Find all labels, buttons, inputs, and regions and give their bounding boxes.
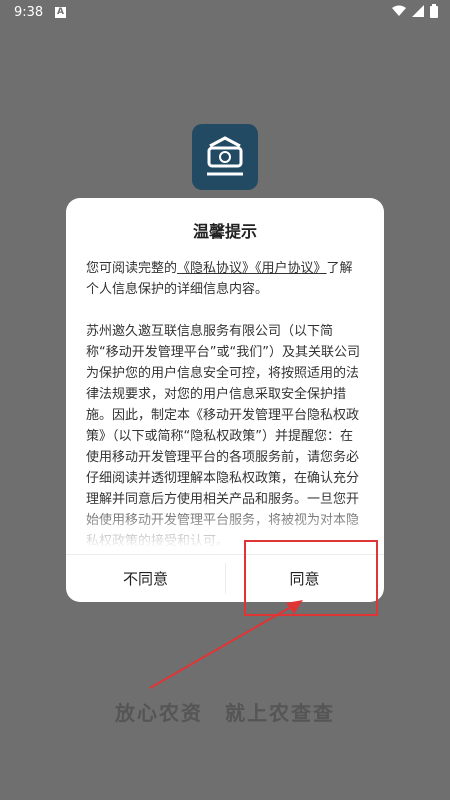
annotation-arrow-icon	[149, 600, 303, 689]
app-slogan: 放心农资 就上农查查	[115, 701, 335, 725]
